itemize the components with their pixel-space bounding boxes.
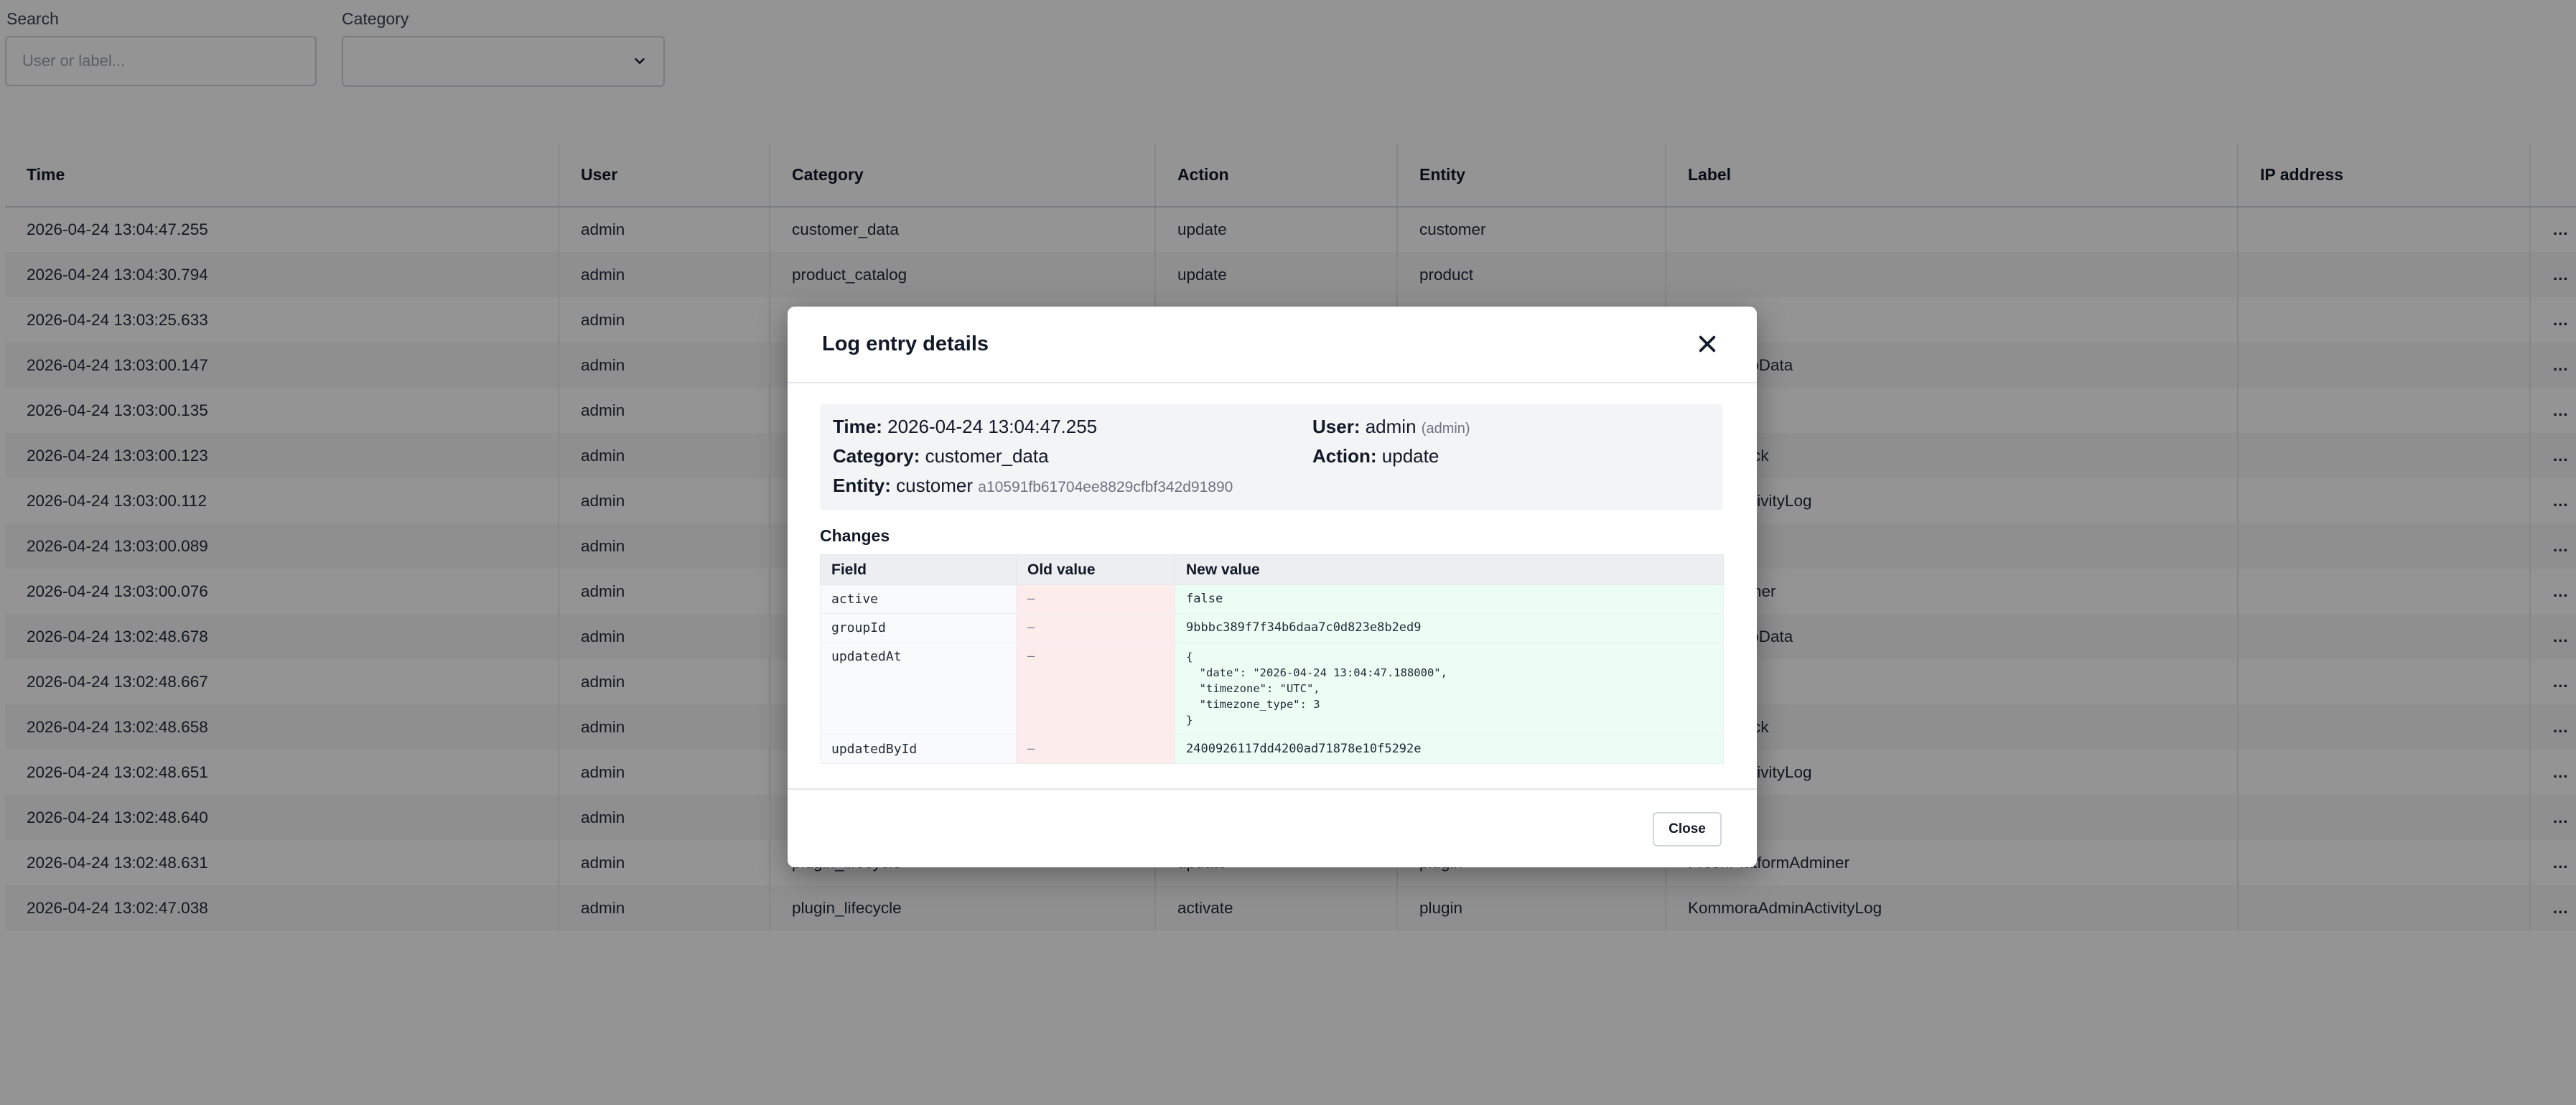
- modal-title: Log entry details: [822, 332, 989, 355]
- change-new-value: 9bbbc389f7f34b6daa7c0d823e8b2ed9: [1175, 613, 1724, 643]
- changes-header-new: New value: [1175, 554, 1724, 585]
- log-entry-modal: Log entry details Time: 2026-04-24 13:04…: [788, 307, 1757, 867]
- summary-action-value: update: [1381, 445, 1439, 467]
- change-field: active: [820, 584, 1017, 614]
- summary-time-value: 2026-04-24 13:04:47.255: [887, 416, 1098, 437]
- entry-summary: Time: 2026-04-24 13:04:47.255 User: admi…: [820, 404, 1723, 510]
- change-new-value: 2400926117dd4200ad71878e10f5292e: [1175, 735, 1724, 764]
- change-old-value: –: [1016, 584, 1175, 614]
- changes-header-row: Field Old value New value: [820, 554, 1724, 585]
- change-field: groupId: [820, 613, 1017, 643]
- summary-entity: Entity: customer a10591fb61704ee8829cfbf…: [833, 475, 1233, 497]
- summary-entity-value: customer: [896, 475, 974, 496]
- summary-user-sub: (admin): [1421, 421, 1470, 437]
- summary-entity-label: Entity:: [833, 475, 891, 496]
- change-row: updatedById –2400926117dd4200ad71878e10f5…: [820, 735, 1724, 764]
- summary-user-value: admin: [1365, 416, 1417, 437]
- summary-action-label: Action:: [1312, 445, 1377, 467]
- change-old-value: –: [1016, 735, 1175, 764]
- change-old-value: –: [1016, 642, 1175, 735]
- change-row: updatedAt –{ "date": "2026-04-24 13:04:47…: [820, 642, 1724, 735]
- change-new-value: false: [1175, 584, 1724, 614]
- summary-time: Time: 2026-04-24 13:04:47.255: [833, 416, 1097, 438]
- changes-header-old: Old value: [1016, 554, 1175, 585]
- change-new-value: { "date": "2026-04-24 13:04:47.188000", …: [1175, 642, 1724, 735]
- summary-user-label: User:: [1312, 416, 1361, 437]
- change-field: updatedAt: [820, 642, 1017, 735]
- changes-title: Changes: [820, 526, 890, 545]
- change-row: active – false: [820, 584, 1724, 614]
- summary-time-label: Time:: [833, 416, 882, 437]
- summary-category-value: customer_data: [925, 445, 1049, 467]
- summary-action: Action: update: [1312, 445, 1439, 467]
- change-old-value: –: [1016, 613, 1175, 643]
- summary-category: Category: customer_data: [833, 445, 1049, 467]
- summary-entity-id: a10591fb61704ee8829cfbf342d91890: [978, 479, 1233, 495]
- close-icon[interactable]: [1696, 332, 1719, 355]
- changes-table: Field Old value New value active – false gr…: [820, 554, 1724, 764]
- summary-category-label: Category:: [833, 445, 920, 467]
- modal-footer: Close: [788, 788, 1757, 867]
- close-button[interactable]: Close: [1653, 812, 1722, 847]
- change-field: updatedById: [820, 735, 1017, 764]
- modal-header: Log entry details: [788, 307, 1757, 383]
- changes-header-field: Field: [820, 554, 1017, 585]
- change-row: groupId –9bbbc389f7f34b6daa7c0d823e8b2ed9: [820, 613, 1724, 643]
- summary-user: User: admin (admin): [1312, 416, 1470, 438]
